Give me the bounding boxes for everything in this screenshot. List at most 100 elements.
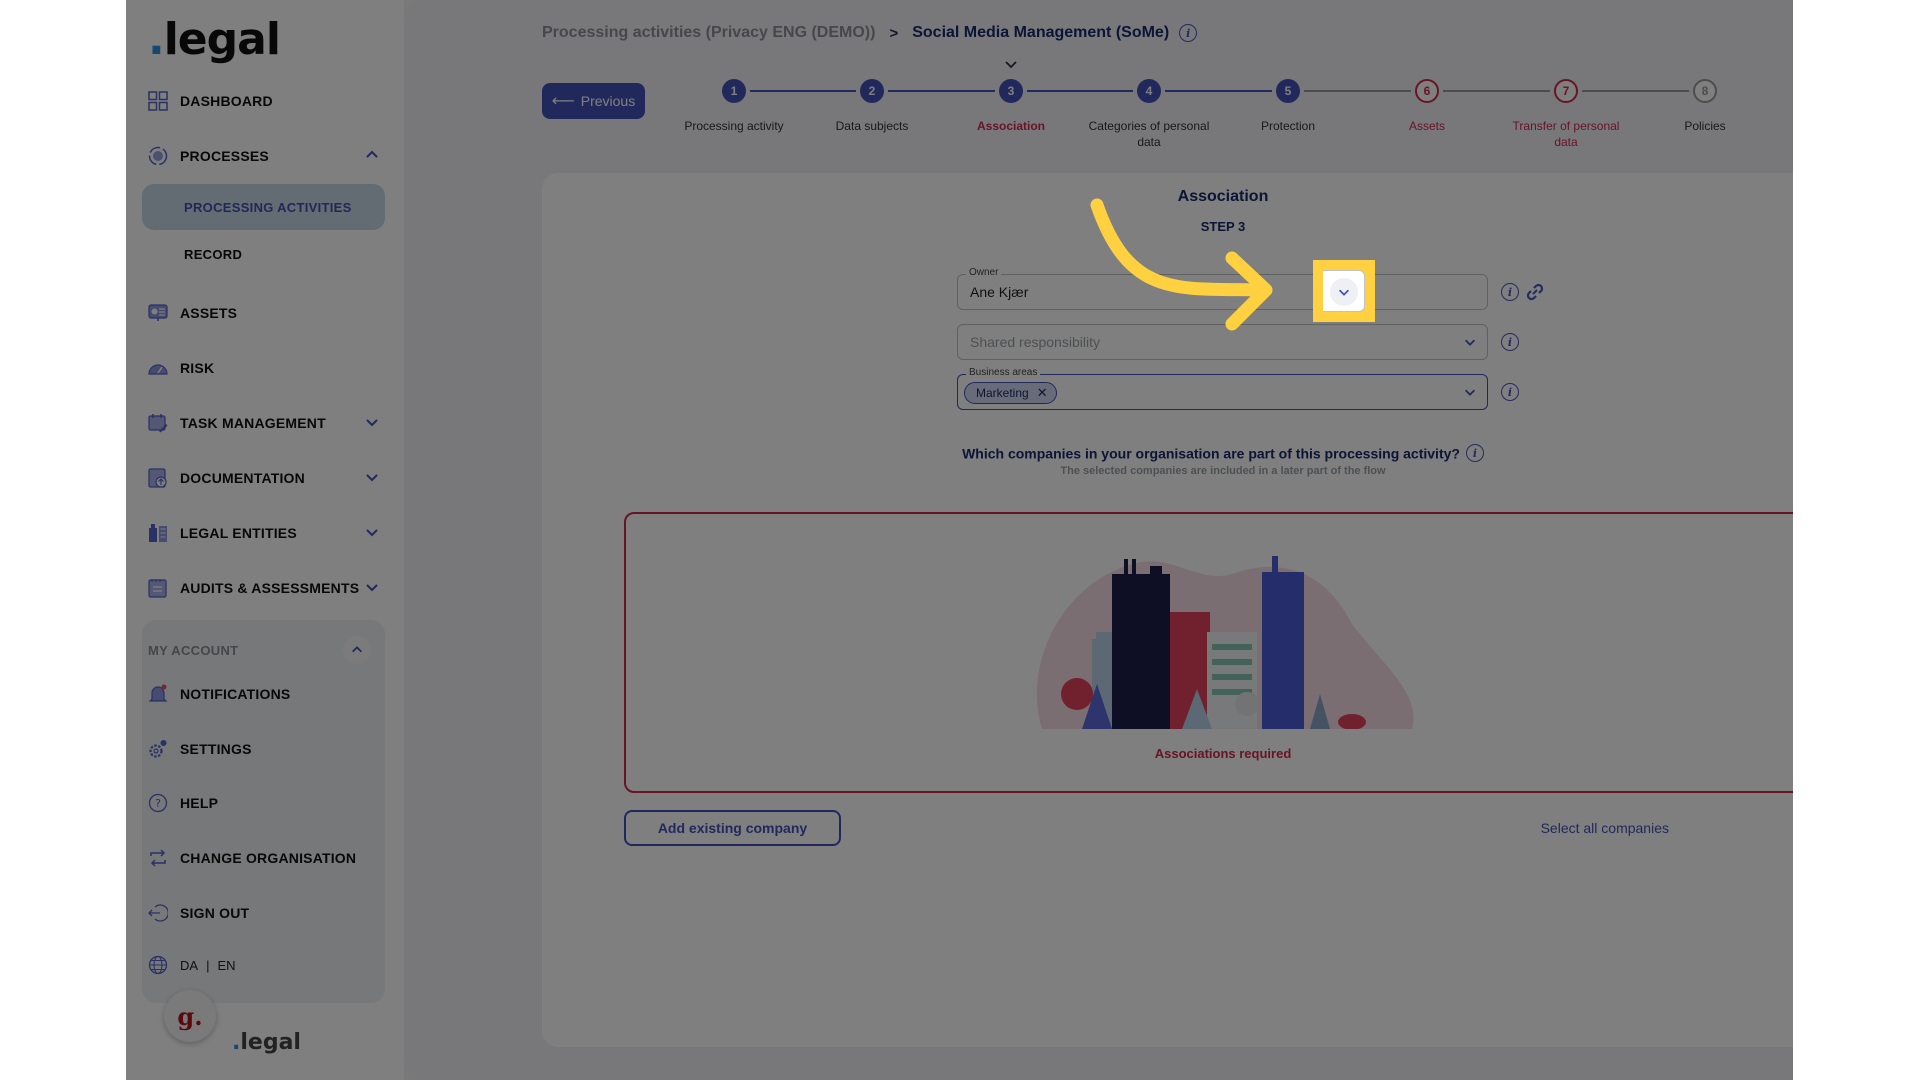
step-3-label[interactable]: Association [946,118,1076,134]
step-1-circle[interactable]: 1 [722,79,746,103]
processes-icon [148,146,168,166]
step-7-circle[interactable]: 7 [1554,79,1578,103]
bell-icon [148,684,168,704]
chevron-down-icon[interactable] [364,469,380,485]
sidebar-item-label: TASK MANAGEMENT [180,415,326,431]
sidebar-item-task-management[interactable]: TASK MANAGEMENT [148,408,380,438]
assets-icon [148,303,168,323]
step-2-label[interactable]: Data subjects [807,118,937,134]
owner-info-icon[interactable]: i [1501,283,1519,301]
remove-chip-icon[interactable]: ✕ [1037,385,1048,401]
sidebar-item-change-organisation[interactable]: CHANGE ORGANISATION [148,843,380,873]
step-5-circle[interactable]: 5 [1276,79,1300,103]
risk-gauge-icon [148,358,168,378]
documentation-icon [148,468,168,488]
language-en[interactable]: EN [217,958,235,973]
sidebar-item-audits-assessments[interactable]: AUDITS & ASSESSMENTS [148,573,380,603]
sidebar-item-documentation[interactable]: DOCUMENTATION [148,463,380,493]
sidebar-item-label: ASSETS [180,305,238,321]
chevron-down-icon [1339,289,1349,296]
breadcrumb-separator-icon: > [889,24,899,42]
sidebar-item-dashboard[interactable]: DASHBOARD [148,86,380,116]
link-icon[interactable] [1525,282,1545,302]
legal-logo-footer: .legal [232,1030,301,1055]
sidebar-item-sign-out[interactable]: SIGN OUT [148,898,380,928]
step-3-circle[interactable]: 3 [999,79,1023,103]
companies-info-icon[interactable]: i [1465,444,1484,462]
sidebar-subitem-record[interactable]: RECORD [184,247,242,262]
dashboard-grid-icon [148,91,168,111]
switch-icon [148,848,168,868]
step-8-circle[interactable]: 8 [1693,79,1717,103]
shared-responsibility-select[interactable]: Shared responsibility [957,324,1488,360]
business-areas-select[interactable]: Business areas Marketing ✕ [957,367,1488,410]
sidebar-item-label: DASHBOARD [180,93,273,109]
gear-icon [148,739,168,759]
sidebar-item-label: CHANGE ORGANISATION [180,850,357,866]
business-areas-label: Business areas [966,367,1041,378]
sidebar-item-settings[interactable]: SETTINGS [148,734,380,764]
info-icon[interactable]: i [1179,24,1198,42]
step-8-label[interactable]: Policies [1640,118,1770,134]
audit-checklist-icon [148,578,168,598]
step-4-label[interactable]: Categories of personal data [1084,118,1214,150]
business-areas-info-icon[interactable]: i [1501,383,1519,401]
sidebar-item-label: NOTIFICATIONS [180,686,291,702]
page-title: Social Media Management (SoMe) [912,24,1170,41]
sidebar-item-label: HELP [180,795,219,811]
stepper-connector [750,90,856,92]
step-2-circle[interactable]: 2 [860,79,884,103]
arrow-left-icon: ⟵ [551,93,575,110]
owner-select[interactable]: Owner Ane Kjær [957,267,1488,310]
associations-empty-state: Associations required [624,512,1793,793]
sidebar-item-label: PROCESSES [180,148,269,164]
step-indicator: STEP 3 [1200,219,1246,234]
avatar[interactable]: g. [164,990,216,1042]
step-6-circle[interactable]: 6 [1415,79,1439,103]
sidebar-item-label: AUDITS & ASSESSMENTS [180,580,360,596]
my-account-collapse-button[interactable] [343,636,371,664]
chevron-down-icon[interactable] [364,414,380,430]
task-calendar-icon [148,413,168,433]
section-title: Association [1177,188,1269,205]
owner-dropdown-segment [1323,270,1365,312]
language-separator: | [206,957,210,973]
previous-button[interactable]: ⟵ Previous [542,83,645,119]
breadcrumb: Processing activities (Privacy ENG (DEMO… [542,24,1198,42]
sign-out-icon [148,903,168,923]
shared-responsibility-info-icon[interactable]: i [1501,333,1519,351]
step-7-label[interactable]: Transfer of personal data [1501,118,1631,150]
sidebar-item-notifications[interactable]: NOTIFICATIONS [148,679,380,709]
sidebar-item-label: DOCUMENTATION [180,470,305,486]
sidebar-item-risk[interactable]: RISK [148,353,380,383]
sidebar-item-legal-entities[interactable]: LEGAL ENTITIES [148,518,380,548]
stepper-connector [888,90,995,92]
city-buildings-illustration [1036,556,1414,729]
sidebar-item-label: SETTINGS [180,741,252,757]
chevron-up-icon[interactable] [364,147,380,163]
language-da[interactable]: DA [180,958,198,973]
shared-responsibility-placeholder: Shared responsibility [970,334,1100,350]
current-step-chevron-icon [1005,61,1017,69]
stepper-connector [1582,90,1689,92]
step-4-circle[interactable]: 4 [1137,79,1161,103]
chevron-down-icon[interactable] [364,579,380,595]
add-existing-company-button[interactable]: Add existing company [624,810,841,846]
step-1-label[interactable]: Processing activity [669,118,799,134]
sidebar-item-help[interactable]: ? HELP [148,788,380,818]
owner-dropdown-toggle[interactable] [1330,278,1358,306]
chevron-down-icon[interactable] [364,524,380,540]
legal-logo[interactable]: .legal [148,14,281,65]
step-6-label[interactable]: Assets [1362,118,1492,134]
select-all-companies-link[interactable]: Select all companies [1541,820,1669,836]
owner-label: Owner [966,267,1002,278]
sidebar-item-processes[interactable]: PROCESSES [148,141,380,171]
breadcrumb-parent-link[interactable]: Processing activities (Privacy ENG (DEMO… [542,24,875,42]
main-content: Processing activities (Privacy ENG (DEMO… [404,0,1793,1080]
sidebar-item-assets[interactable]: ASSETS [148,298,380,328]
step-5-label[interactable]: Protection [1223,118,1353,134]
stepper-connector [1027,90,1133,92]
companies-subtext: The selected companies are included in a… [1060,465,1386,477]
owner-value: Ane Kjær [970,284,1029,300]
sidebar-subitem-processing-activities[interactable]: PROCESSING ACTIVITIES [142,184,385,230]
